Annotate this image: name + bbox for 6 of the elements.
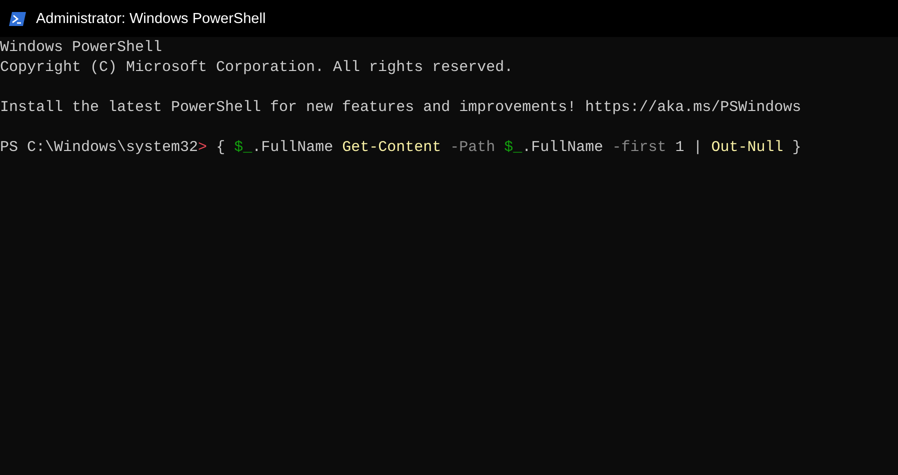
powershell-icon [9,10,27,26]
console-line: Install the latest PowerShell for new features and improvements! https://aka.ms/PSWindows [0,98,802,118]
console-line: Windows PowerShell [0,38,162,58]
console-line: PS C:\Windows\system32> { $_.FullName Get-Content -Path $_.FullName -first 1 | Out-Null } [0,138,802,158]
console-line: Copyright (C) Microsoft Corporation. All rights reserved. [0,58,514,78]
window-title: Administrator: Windows PowerShell [36,10,266,26]
